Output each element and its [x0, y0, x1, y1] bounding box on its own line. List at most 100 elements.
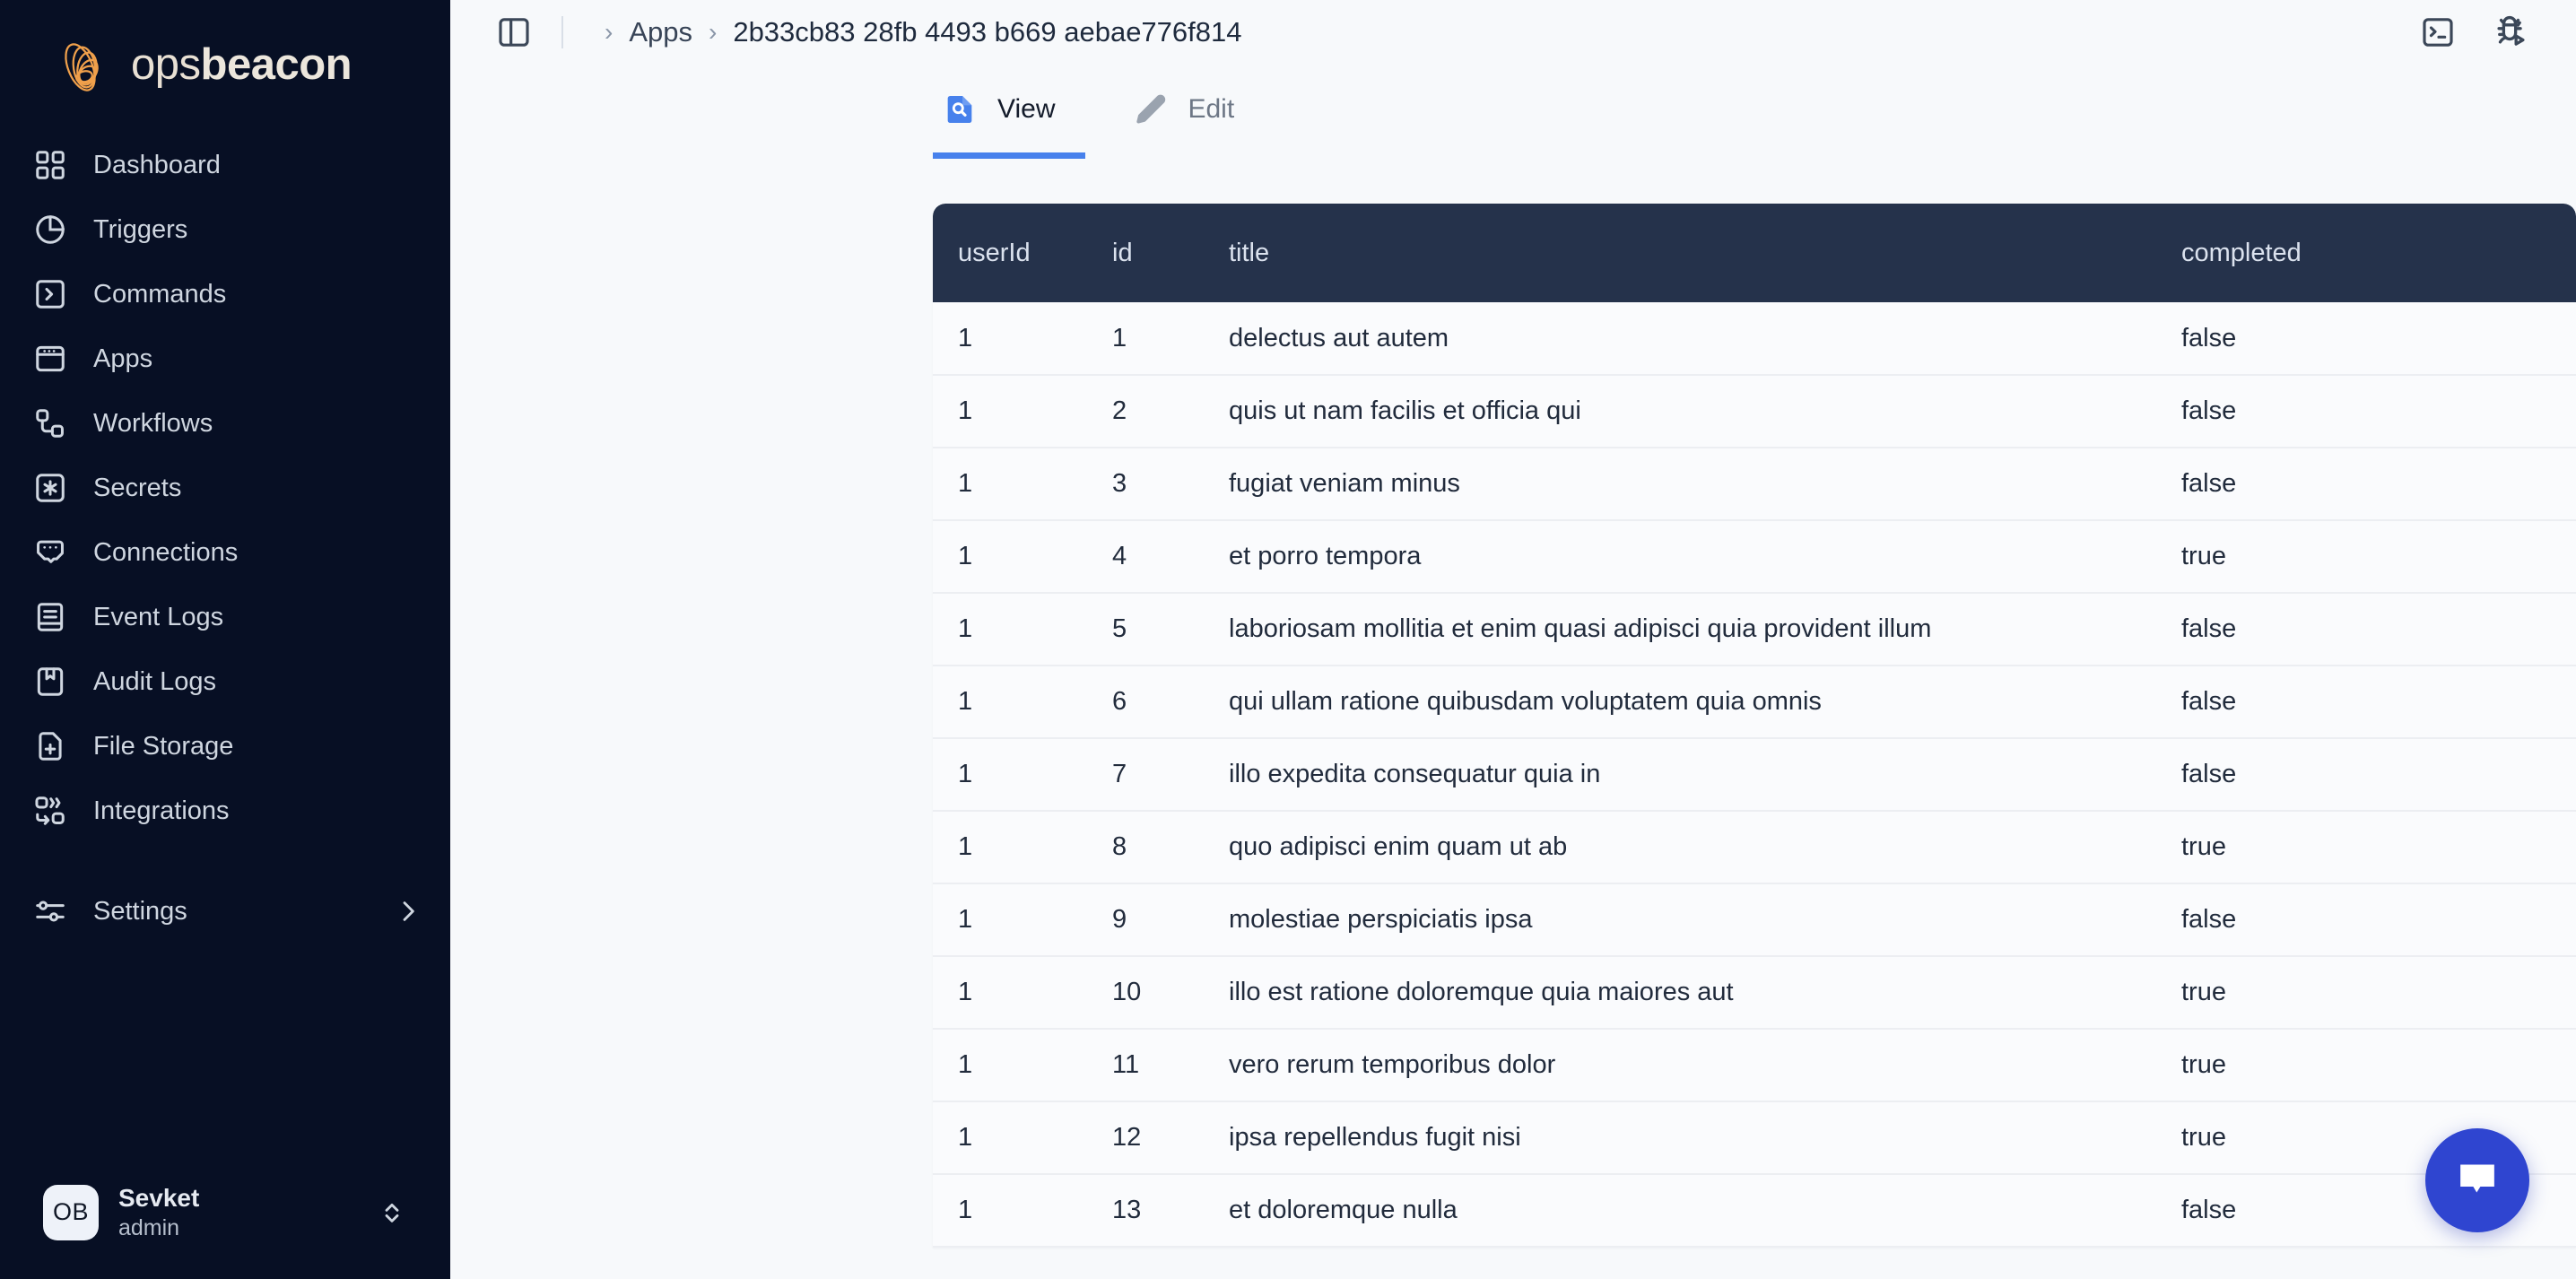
- sidebar-item-label: Triggers: [93, 214, 188, 244]
- bug-play-debug-icon[interactable]: [2488, 11, 2531, 54]
- table-row[interactable]: 1 11 vero rerum temporibus dolor true: [933, 1029, 2576, 1102]
- cell-title: laboriosam mollitia et enim quasi adipis…: [1229, 593, 2181, 666]
- app-root: opsbeacon Dashboard Triggers Commands Ap…: [0, 0, 2576, 1279]
- cell-userid: 1: [933, 375, 1112, 448]
- sidebar-item-label: File Storage: [93, 731, 234, 761]
- chevron-right-icon: [393, 896, 423, 927]
- breadcrumb-item-apps[interactable]: Apps: [629, 16, 692, 48]
- sidebar-item-connections[interactable]: Connections: [0, 520, 450, 585]
- cell-id: 8: [1112, 811, 1229, 884]
- asterisk-square-icon: [30, 468, 70, 508]
- cell-completed: false: [2181, 883, 2576, 957]
- brand-logo[interactable]: opsbeacon: [0, 0, 450, 124]
- user-name: Sevket: [118, 1184, 200, 1213]
- sidebar-item-label: Secrets: [93, 473, 182, 502]
- cell-title: et porro tempora: [1229, 520, 2181, 594]
- breadcrumb-separator: ›: [709, 18, 718, 46]
- cell-id: 11: [1112, 1029, 1229, 1102]
- sidebar-item-event-logs[interactable]: Event Logs: [0, 585, 450, 649]
- sidebar-item-commands[interactable]: Commands: [0, 262, 450, 326]
- table-row[interactable]: 1 10 illo est ratione doloremque quia maio…: [933, 956, 2576, 1030]
- cell-id: 4: [1112, 520, 1229, 594]
- sidebar-panel-toggle-icon[interactable]: [493, 12, 535, 53]
- sliders-icon: [30, 892, 70, 931]
- chevron-up-down-icon[interactable]: [377, 1195, 407, 1231]
- table-body: 1 1 delectus aut autem false 1 2 quis ut nam f…: [933, 302, 2576, 1248]
- sidebar-footer: OB Sevket admin: [0, 1169, 450, 1279]
- cell-completed: true: [2181, 1029, 2576, 1102]
- topbar-actions: [2416, 11, 2544, 54]
- sidebar-item-dashboard[interactable]: Dashboard: [0, 133, 450, 197]
- cell-userid: 1: [933, 1101, 1112, 1175]
- column-header-userid[interactable]: userId: [933, 204, 1112, 302]
- cell-completed: false: [2181, 593, 2576, 666]
- sidebar-item-secrets[interactable]: Secrets: [0, 456, 450, 520]
- sidebar-item-label: Connections: [93, 537, 239, 567]
- table-row[interactable]: 1 6 qui ullam ratione quibusdam voluptatem…: [933, 666, 2576, 739]
- topbar-divider: [561, 16, 563, 48]
- brand-name: opsbeacon: [131, 40, 352, 89]
- table-head: userId id title completed: [933, 204, 2576, 302]
- cell-completed: false: [2181, 375, 2576, 448]
- cell-title: quis ut nam facilis et officia qui: [1229, 375, 2181, 448]
- sidebar-item-label: Settings: [93, 896, 187, 926]
- table-row[interactable]: 1 7 illo expedita consequatur quia in false: [933, 738, 2576, 812]
- table-row[interactable]: 1 12 ipsa repellendus fugit nisi true: [933, 1101, 2576, 1175]
- cell-title: fugiat veniam minus: [1229, 448, 2181, 521]
- column-header-completed[interactable]: completed: [2181, 204, 2576, 302]
- sidebar-item-audit-logs[interactable]: Audit Logs: [0, 649, 450, 714]
- avatar: OB: [43, 1184, 99, 1240]
- sidebar-item-label: Apps: [93, 344, 153, 373]
- table-row[interactable]: 1 9 molestiae perspiciatis ipsa false: [933, 883, 2576, 957]
- column-header-id[interactable]: id: [1112, 204, 1229, 302]
- table-row[interactable]: 1 8 quo adipisci enim quam ut ab true: [933, 811, 2576, 884]
- table-row[interactable]: 1 13 et doloremque nulla false: [933, 1174, 2576, 1248]
- cell-title: quo adipisci enim quam ut ab: [1229, 811, 2181, 884]
- breadcrumb-item-app-id[interactable]: 2b33cb83 28fb 4493 b669 aebae776f814: [733, 16, 1241, 48]
- sidebar-item-triggers[interactable]: Triggers: [0, 197, 450, 262]
- table-header-row: userId id title completed: [933, 204, 2576, 302]
- cell-completed: true: [2181, 811, 2576, 884]
- opsbeacon-spiral-logo-icon: [52, 32, 117, 97]
- cell-id: 5: [1112, 593, 1229, 666]
- content-area: userId id title completed 1 1 delectus aut…: [450, 159, 2576, 1279]
- tab-view[interactable]: View: [933, 65, 1086, 159]
- sidebar-item-label: Event Logs: [93, 602, 224, 631]
- sidebar-item-workflows[interactable]: Workflows: [0, 391, 450, 456]
- cell-userid: 1: [933, 883, 1112, 957]
- terminal-icon[interactable]: [2416, 11, 2459, 54]
- cell-id: 1: [1112, 302, 1229, 376]
- chat-fab-button[interactable]: [2425, 1128, 2529, 1232]
- cell-id: 6: [1112, 666, 1229, 739]
- sidebar: opsbeacon Dashboard Triggers Commands Ap…: [0, 0, 450, 1279]
- user-meta: Sevket admin: [118, 1183, 199, 1241]
- table-row[interactable]: 1 2 quis ut nam facilis et officia qui fals…: [933, 375, 2576, 448]
- column-header-title[interactable]: title: [1229, 204, 2181, 302]
- cell-title: illo expedita consequatur quia in: [1229, 738, 2181, 812]
- cell-userid: 1: [933, 520, 1112, 594]
- user-profile-card[interactable]: OB Sevket admin: [23, 1169, 427, 1256]
- pie-chart-icon: [30, 210, 70, 249]
- table-row[interactable]: 1 3 fugiat veniam minus false: [933, 448, 2576, 521]
- pencil-icon: [1130, 90, 1170, 129]
- cell-title: vero rerum temporibus dolor: [1229, 1029, 2181, 1102]
- sidebar-item-settings[interactable]: Settings: [0, 879, 450, 944]
- table-row[interactable]: 1 4 et porro tempora true: [933, 520, 2576, 594]
- cell-completed: false: [2181, 448, 2576, 521]
- sidebar-item-file-storage[interactable]: File Storage: [0, 714, 450, 779]
- cell-title: delectus aut autem: [1229, 302, 2181, 376]
- sidebar-item-integrations[interactable]: Integrations: [0, 779, 450, 843]
- cell-id: 10: [1112, 956, 1229, 1030]
- table-row[interactable]: 1 1 delectus aut autem false: [933, 302, 2576, 376]
- tab-edit[interactable]: Edit: [1123, 65, 1265, 159]
- sidebar-item-apps[interactable]: Apps: [0, 326, 450, 391]
- tab-bar: View Edit: [450, 65, 2576, 159]
- cell-completed: false: [2181, 666, 2576, 739]
- cell-id: 2: [1112, 375, 1229, 448]
- data-table: userId id title completed 1 1 delectus aut…: [933, 204, 2576, 1248]
- table-row[interactable]: 1 5 laboriosam mollitia et enim quasi adip…: [933, 593, 2576, 666]
- cell-userid: 1: [933, 1029, 1112, 1102]
- window-dots-icon: [30, 339, 70, 378]
- chat-bubble-icon: [2451, 1153, 2503, 1209]
